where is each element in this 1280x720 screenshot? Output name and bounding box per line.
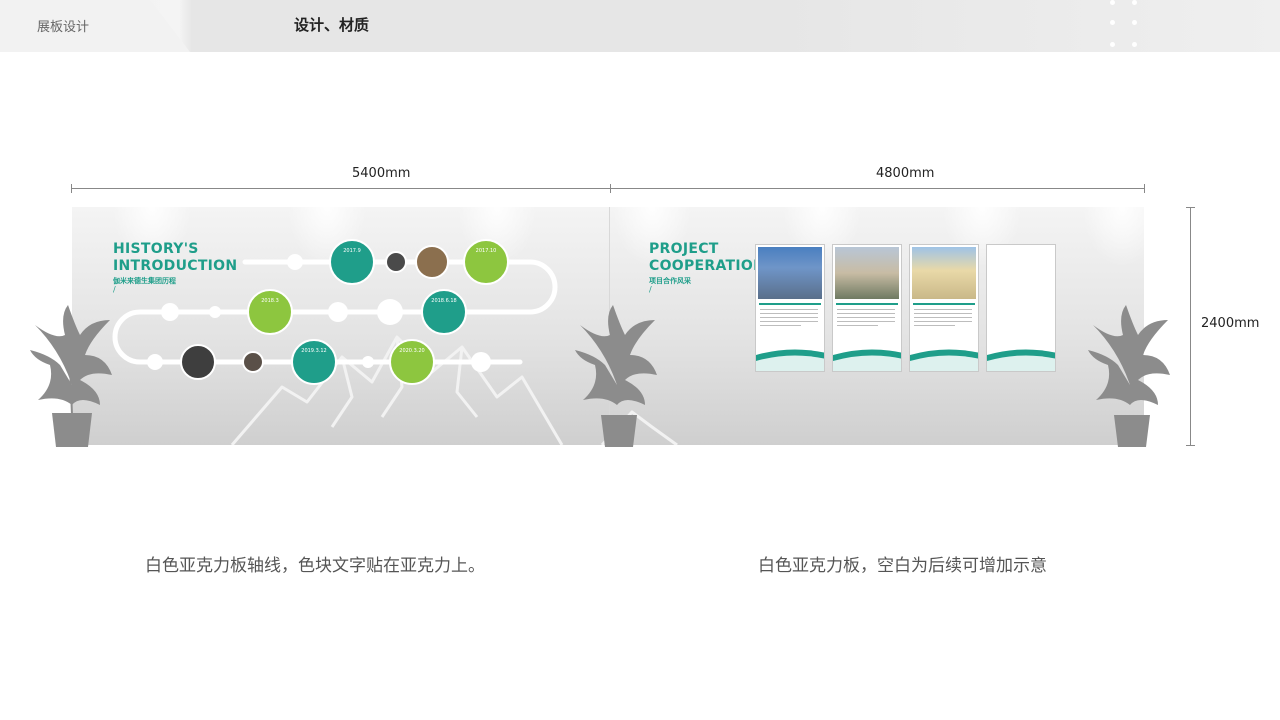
caption-left: 白色亚克力板轴线，色块文字贴在亚克力上。 bbox=[145, 556, 485, 576]
milestone-circle-green: 2020.3.20 bbox=[389, 339, 435, 385]
plant-icon bbox=[575, 305, 657, 447]
right-board-subtitle: 项目合作风采 bbox=[649, 277, 691, 285]
dimension-right-line bbox=[611, 188, 1144, 189]
dimension-left-label: 5400mm bbox=[352, 166, 411, 181]
project-panel bbox=[909, 244, 979, 372]
milestone-circle-teal: 2019.3.12 bbox=[291, 339, 337, 385]
dimension-tick bbox=[1186, 445, 1195, 446]
project-panel-blank bbox=[986, 244, 1056, 372]
right-title-line1: PROJECT bbox=[649, 241, 719, 257]
milestone-circle-green: 2017.10 bbox=[463, 239, 509, 285]
right-board-title: PROJECT COOPERATION bbox=[649, 241, 765, 275]
plant-icon bbox=[1088, 305, 1170, 447]
milestone-circle-teal: 2018.6.18 bbox=[421, 289, 467, 335]
header-left-shape bbox=[0, 0, 190, 52]
page: 展板设计 设计、材质 5400mm 4800mm 2400mm HISTORY'… bbox=[0, 0, 1280, 720]
panel-photo bbox=[912, 247, 976, 299]
decorative-dots bbox=[1108, 0, 1148, 52]
dimension-tick bbox=[1186, 207, 1195, 208]
panel-photo bbox=[835, 247, 899, 299]
project-panel bbox=[832, 244, 902, 372]
dimension-height-line bbox=[1190, 207, 1191, 445]
plant-icon bbox=[30, 305, 112, 447]
panel-photo bbox=[758, 247, 822, 299]
dimension-tick bbox=[71, 184, 72, 193]
dimension-right-label: 4800mm bbox=[876, 166, 935, 181]
dimension-height-label: 2400mm bbox=[1201, 316, 1260, 331]
milestone-date: 2020.3.20 bbox=[399, 348, 425, 354]
milestone-date: 2017.9 bbox=[343, 248, 361, 254]
right-title-line2: COOPERATION bbox=[649, 258, 766, 274]
milestone-circle-green: 2018.3 bbox=[247, 289, 293, 335]
section-label: 展板设计 bbox=[37, 20, 90, 35]
dimension-tick bbox=[1144, 184, 1145, 193]
milestone-date: 2018.3 bbox=[261, 298, 279, 304]
project-panel bbox=[755, 244, 825, 372]
dimension-left-line bbox=[71, 188, 611, 189]
caption-right: 白色亚克力板，空白为后续可增加示意 bbox=[758, 556, 1047, 576]
milestone-date: 2017.10 bbox=[475, 248, 497, 254]
header-bar: 展板设计 设计、材质 bbox=[0, 0, 1280, 52]
right-board-slash: / bbox=[649, 285, 652, 294]
page-title: 设计、材质 bbox=[294, 16, 370, 34]
milestone-date: 2019.3.12 bbox=[301, 348, 327, 354]
milestone-circle-teal: 2017.9 bbox=[329, 239, 375, 285]
milestone-date: 2018.6.18 bbox=[431, 298, 457, 304]
